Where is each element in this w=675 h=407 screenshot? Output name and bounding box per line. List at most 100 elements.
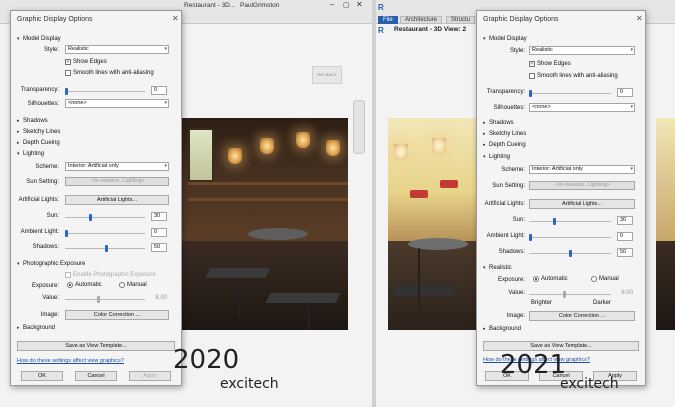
- close-icon[interactable]: ✕: [356, 0, 363, 9]
- viewcube[interactable]: RIG BACK: [312, 66, 342, 84]
- section-photographic-exposure[interactable]: ▾ Photographic Exposure: [17, 261, 85, 267]
- ok-button[interactable]: OK: [21, 371, 63, 381]
- apply-button[interactable]: Apply: [129, 371, 171, 381]
- chevron-down-icon: ▾: [630, 166, 633, 172]
- sun-value[interactable]: 30: [617, 216, 633, 225]
- sun-setting-label: Sun Setting:: [26, 179, 59, 185]
- slider-thumb[interactable]: [569, 250, 572, 257]
- transparency-value[interactable]: 0: [617, 88, 633, 97]
- transparency-value[interactable]: 0: [151, 86, 167, 95]
- section-background[interactable]: ▸ Background: [483, 326, 521, 332]
- close-icon[interactable]: ✕: [172, 14, 179, 23]
- save-as-view-template-button[interactable]: Save as View Template...: [17, 341, 175, 351]
- user-name[interactable]: PaulGrimston: [240, 2, 279, 9]
- section-lighting[interactable]: ▾ Lighting: [17, 151, 44, 157]
- slider-thumb[interactable]: [529, 90, 532, 97]
- section-model-display[interactable]: ▾ Model Display: [483, 36, 527, 42]
- section-shadows[interactable]: ▸ Shadows: [17, 118, 48, 124]
- style-select[interactable]: Realistic ▾: [529, 46, 635, 55]
- exposure-manual-radio[interactable]: Manual: [119, 282, 147, 288]
- checkbox-checked-icon: ✓: [529, 61, 535, 67]
- help-link[interactable]: How do these settings affect view graphi…: [17, 358, 124, 364]
- section-lighting[interactable]: ▾ Lighting: [483, 154, 510, 160]
- chevron-down-icon: ▾: [164, 163, 167, 169]
- ambient-light-label: Ambient Light:: [486, 233, 525, 239]
- section-shadows[interactable]: ▸ Shadows: [483, 120, 514, 126]
- section-sketchy-lines[interactable]: ▸ Sketchy Lines: [17, 129, 60, 135]
- ambient-light-value[interactable]: 0: [617, 232, 633, 241]
- darker-label: Darker: [593, 300, 612, 306]
- dialog-title: Graphic Display Options: [483, 16, 559, 23]
- smooth-lines-checkbox[interactable]: Smooth lines with anti-aliasing: [529, 73, 618, 79]
- silhouettes-select[interactable]: <none> ▾: [65, 99, 169, 108]
- artificial-lights-label: Artificial Lights:: [18, 197, 59, 203]
- section-sketchy-lines[interactable]: ▸ Sketchy Lines: [483, 131, 526, 137]
- graphic-display-options-dialog: Graphic Display Options ✕ ▾ Model Display…: [10, 10, 182, 386]
- artificial-lights-button[interactable]: Artificial Lights...: [65, 195, 169, 205]
- scheme-select[interactable]: Interior: Artificial only ▾: [529, 165, 635, 174]
- slider-thumb[interactable]: [563, 291, 566, 298]
- scheme-select[interactable]: Interior: Artificial only ▾: [65, 162, 169, 171]
- enable-exposure-checkbox[interactable]: Enable Photographic Exposure: [65, 272, 156, 278]
- exposure-automatic-radio[interactable]: Automatic: [533, 276, 568, 282]
- slider-thumb[interactable]: [65, 230, 68, 237]
- scheme-label: Scheme:: [501, 167, 525, 173]
- transparency-label: Transparency:: [486, 89, 525, 95]
- slider-thumb[interactable]: [105, 245, 108, 252]
- shadows-value[interactable]: 50: [617, 248, 633, 257]
- show-edges-checkbox[interactable]: ✓ Show Edges: [529, 61, 571, 67]
- exposure-label: Exposure:: [31, 283, 59, 289]
- ambient-light-slider[interactable]: [529, 237, 611, 238]
- section-model-display[interactable]: ▾ Model Display: [17, 36, 61, 42]
- exposure-automatic-radio[interactable]: Automatic: [67, 282, 102, 288]
- tab-structure[interactable]: Structu: [446, 16, 476, 24]
- artificial-lights-button[interactable]: Artificial Lights...: [529, 199, 635, 209]
- ambient-light-slider[interactable]: [65, 233, 145, 234]
- sun-slider[interactable]: [65, 217, 145, 218]
- sun-value[interactable]: 30: [151, 212, 167, 221]
- silhouettes-select[interactable]: <none> ▾: [529, 103, 635, 112]
- revit-r-icon: R: [378, 26, 384, 35]
- restaurant-render-2020: [178, 118, 348, 330]
- cancel-button[interactable]: Cancel: [75, 371, 117, 381]
- revit-r-icon[interactable]: R: [378, 3, 384, 12]
- viewcube-face-left[interactable]: RIG: [317, 72, 324, 77]
- ambient-light-value[interactable]: 0: [151, 228, 167, 237]
- shadows-value[interactable]: 50: [151, 243, 167, 252]
- section-depth-cueing[interactable]: ▸ Depth Cueing: [17, 140, 60, 146]
- smooth-lines-checkbox[interactable]: Smooth lines with anti-aliasing: [65, 70, 154, 76]
- chevron-down-icon: ▾: [164, 46, 167, 52]
- silhouettes-label: Silhouettes:: [27, 101, 59, 107]
- exposure-value-slider[interactable]: [529, 294, 611, 295]
- navigation-bar[interactable]: [353, 100, 365, 154]
- viewcube-face-right[interactable]: BACK: [326, 72, 337, 77]
- sun-setting-button[interactable]: <In-session, Lighting>: [529, 181, 635, 190]
- sun-setting-button[interactable]: <In-session, Lighting>: [65, 177, 169, 186]
- close-icon[interactable]: ✕: [636, 14, 643, 23]
- color-correction-button[interactable]: Color Correction ...: [529, 311, 635, 321]
- section-realistic[interactable]: ▾ Realistic: [483, 265, 512, 271]
- transparency-slider[interactable]: [65, 91, 145, 92]
- exposure-value-slider[interactable]: [65, 299, 145, 300]
- sun-slider[interactable]: [529, 221, 611, 222]
- minimize-icon[interactable]: –: [330, 0, 334, 9]
- section-background[interactable]: ▸ Background: [17, 325, 55, 331]
- transparency-slider[interactable]: [529, 93, 611, 94]
- slider-thumb[interactable]: [529, 234, 532, 241]
- tab-architecture[interactable]: Architecture: [400, 16, 443, 24]
- slider-thumb[interactable]: [89, 214, 92, 221]
- shadows-label: Shadows:: [32, 244, 59, 250]
- ambient-light-label: Ambient Light:: [20, 229, 59, 235]
- color-correction-button[interactable]: Color Correction ...: [65, 310, 169, 320]
- section-depth-cueing[interactable]: ▸ Depth Cueing: [483, 142, 526, 148]
- slider-thumb[interactable]: [553, 218, 556, 225]
- slider-thumb[interactable]: [97, 296, 100, 303]
- value-label: Value:: [508, 290, 525, 296]
- slider-thumb[interactable]: [65, 88, 68, 95]
- file-tab[interactable]: File: [378, 16, 398, 24]
- restaurant-render-2021-right-edge: [656, 118, 675, 330]
- maximize-icon[interactable]: ▢: [343, 1, 350, 9]
- exposure-manual-radio[interactable]: Manual: [591, 276, 619, 282]
- show-edges-checkbox[interactable]: ✓ Show Edges: [65, 59, 107, 65]
- style-select[interactable]: Realistic ▾: [65, 45, 169, 54]
